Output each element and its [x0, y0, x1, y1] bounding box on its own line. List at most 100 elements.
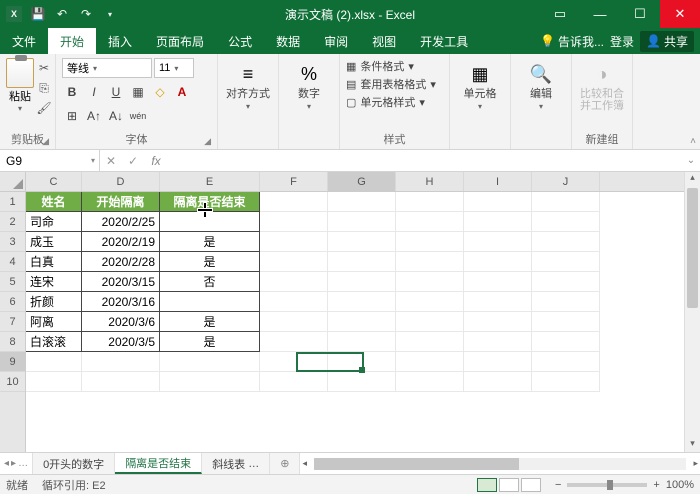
cell[interactable]: [260, 252, 328, 272]
sign-in[interactable]: 登录: [610, 33, 634, 50]
cell[interactable]: [532, 292, 600, 312]
qat-dropdown-icon[interactable]: ▾: [102, 6, 118, 22]
row-header[interactable]: 4: [0, 252, 25, 272]
name-box[interactable]: G9▾: [0, 150, 100, 171]
increase-font-button[interactable]: A↑: [84, 106, 104, 126]
cell[interactable]: [396, 352, 464, 372]
cell[interactable]: [396, 372, 464, 392]
cell[interactable]: [396, 232, 464, 252]
page-break-view-icon[interactable]: [521, 478, 541, 492]
cell[interactable]: [464, 312, 532, 332]
column-header[interactable]: F: [260, 172, 328, 191]
cell[interactable]: 2020/3/6: [82, 312, 160, 332]
scroll-down-icon[interactable]: ▾: [685, 438, 700, 452]
cell[interactable]: [260, 312, 328, 332]
cell[interactable]: [396, 332, 464, 352]
column-header[interactable]: J: [532, 172, 600, 191]
cell[interactable]: [464, 232, 532, 252]
cell[interactable]: [396, 312, 464, 332]
cell[interactable]: [328, 372, 396, 392]
cell[interactable]: 2020/2/19: [82, 232, 160, 252]
cell[interactable]: [328, 312, 396, 332]
column-header[interactable]: H: [396, 172, 464, 191]
bold-button[interactable]: B: [62, 82, 82, 102]
cell[interactable]: [396, 292, 464, 312]
sheet-tab[interactable]: 斜线表 …: [202, 453, 270, 474]
italic-button[interactable]: I: [84, 82, 104, 102]
vertical-scrollbar[interactable]: ▴ ▾: [684, 172, 700, 452]
cell[interactable]: 阿离: [26, 312, 82, 332]
tab-formula[interactable]: 公式: [216, 28, 264, 54]
font-name-combo[interactable]: 等线▾: [62, 58, 152, 78]
normal-view-icon[interactable]: [477, 478, 497, 492]
cell[interactable]: [532, 232, 600, 252]
font-color-button[interactable]: A: [172, 82, 192, 102]
conditional-format-button[interactable]: ▦条件格式 ▾: [346, 58, 443, 74]
expand-formula-icon[interactable]: ⌄: [682, 150, 700, 171]
dialog-launcher-icon[interactable]: ◢: [204, 136, 211, 147]
cell[interactable]: [260, 232, 328, 252]
zoom-out-icon[interactable]: −: [555, 479, 561, 491]
cell[interactable]: [532, 352, 600, 372]
row-header[interactable]: 2: [0, 212, 25, 232]
row-header[interactable]: 7: [0, 312, 25, 332]
cell[interactable]: [396, 212, 464, 232]
cell[interactable]: [464, 292, 532, 312]
cell[interactable]: [464, 372, 532, 392]
row-header[interactable]: 9: [0, 352, 25, 372]
horizontal-scrollbar[interactable]: ◂ ▸: [300, 453, 700, 474]
tell-me[interactable]: 💡 告诉我...: [540, 33, 604, 50]
cell[interactable]: [328, 292, 396, 312]
cell[interactable]: 白真: [26, 252, 82, 272]
cell[interactable]: [328, 352, 396, 372]
format-painter-icon[interactable]: 🖌: [36, 100, 52, 116]
cell[interactable]: [396, 252, 464, 272]
decrease-font-button[interactable]: A↓: [106, 106, 126, 126]
tab-review[interactable]: 审阅: [312, 28, 360, 54]
cell[interactable]: [328, 272, 396, 292]
sheet-tab[interactable]: 0开头的数字: [33, 453, 115, 474]
tab-layout[interactable]: 页面布局: [144, 28, 216, 54]
cell[interactable]: 白滚滚: [26, 332, 82, 352]
sheet-nav[interactable]: ◂▸…: [0, 453, 33, 474]
phonetic-button[interactable]: wén: [128, 106, 148, 126]
zoom-in-icon[interactable]: +: [653, 479, 659, 491]
copy-icon[interactable]: ⎘: [36, 80, 52, 96]
dialog-launcher-icon[interactable]: ◢: [42, 136, 49, 147]
minimize-button[interactable]: —: [580, 0, 620, 28]
cell[interactable]: [328, 252, 396, 272]
cell[interactable]: 隔离是否结束: [160, 192, 260, 212]
add-sheet-button[interactable]: ⊕: [270, 453, 300, 474]
view-buttons[interactable]: [477, 478, 541, 492]
tab-data[interactable]: 数据: [264, 28, 312, 54]
cell[interactable]: [328, 332, 396, 352]
row-header[interactable]: 5: [0, 272, 25, 292]
cell[interactable]: [532, 252, 600, 272]
tab-insert[interactable]: 插入: [96, 28, 144, 54]
select-all-corner[interactable]: [0, 172, 25, 192]
cell[interactable]: 司命: [26, 212, 82, 232]
spreadsheet-grid[interactable]: 12345678910 CDEFGHIJ 姓名开始隔离隔离是否结束司命2020/…: [0, 172, 700, 452]
column-headers[interactable]: CDEFGHIJ: [26, 172, 684, 192]
cells-button[interactable]: ▦ 单元格 ▾: [456, 58, 504, 115]
font-size-combo[interactable]: 11▾: [154, 58, 194, 78]
zoom-control[interactable]: − + 100%: [555, 479, 694, 491]
cell[interactable]: [464, 192, 532, 212]
zoom-slider[interactable]: [567, 483, 647, 487]
cell[interactable]: [532, 332, 600, 352]
cell[interactable]: [532, 312, 600, 332]
cell[interactable]: [160, 292, 260, 312]
undo-icon[interactable]: ↶: [54, 6, 70, 22]
border-more-button[interactable]: ⊞: [62, 106, 82, 126]
cell[interactable]: [464, 212, 532, 232]
sheet-tab-active[interactable]: 隔离是否结束: [115, 453, 202, 474]
cell[interactable]: [328, 212, 396, 232]
cell[interactable]: [532, 212, 600, 232]
format-as-table-button[interactable]: ▤套用表格格式 ▾: [346, 76, 443, 92]
cell[interactable]: 2020/2/25: [82, 212, 160, 232]
tab-file[interactable]: 文件: [0, 28, 48, 54]
cell[interactable]: [464, 272, 532, 292]
fx-icon[interactable]: fx: [144, 150, 168, 171]
cell[interactable]: 是: [160, 232, 260, 252]
save-icon[interactable]: 💾: [30, 6, 46, 22]
